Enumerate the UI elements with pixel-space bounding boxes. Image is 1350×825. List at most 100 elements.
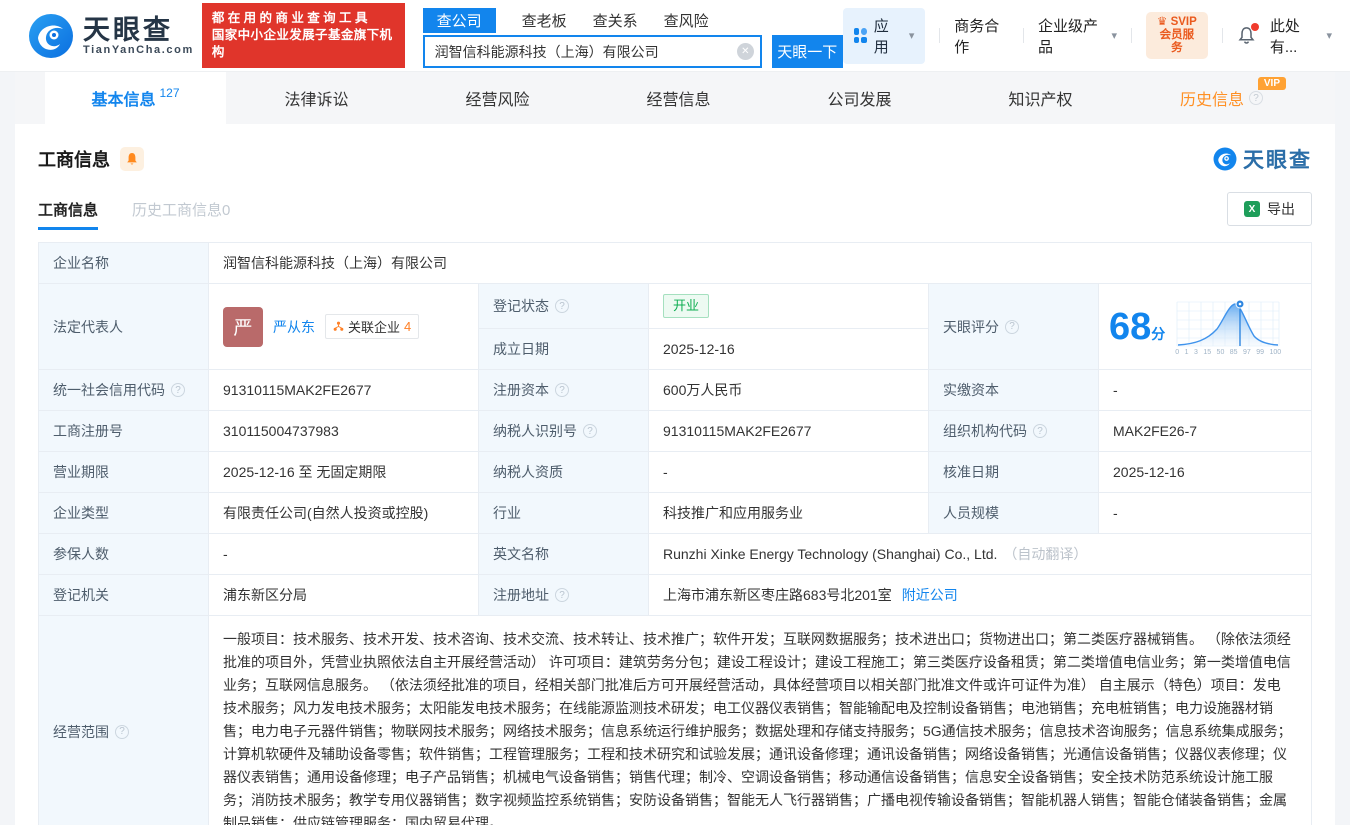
score-curve-chart: 0131550859799100 [1175,298,1281,356]
brand-domain: TianYanCha.com [83,44,194,56]
help-icon[interactable]: ? [555,588,569,602]
field-value-approval-date: 2025-12-16 [1099,452,1312,493]
main-content: 工商信息 天眼查 工商信息 历史工商信息0 X 导出 [15,124,1335,825]
field-value-credit-code: 91310115MAK2FE2677 [209,370,479,411]
export-label: 导出 [1267,199,1295,219]
field-label-reg-status: 登记状态 ? [479,284,649,329]
apps-label: 应用 [874,15,900,57]
help-icon[interactable]: ? [555,299,569,313]
tab-company-development[interactable]: 公司发展 [769,72,950,124]
field-value-reg-status: 开业 [649,284,929,329]
user-menu[interactable]: 此处有... ▾ [1270,15,1332,57]
chevron-down-icon: ▾ [909,29,915,42]
tab-history-label: 历史信息 [1180,86,1244,110]
field-label-registry-authority: 登记机关 [39,575,209,616]
search-tab-relation[interactable]: 查关系 [593,8,638,33]
field-value-org-code: MAK2FE26-7 [1099,411,1312,452]
field-label-company-type: 企业类型 [39,493,209,534]
top-nav: 应用 ▾ 商务合作 企业级产品 ▾ ♛ SVIP 会员服务 此处有... ▾ [843,8,1332,64]
field-label-industry: 行业 [479,493,649,534]
field-value-registry-authority: 浦东新区分局 [209,575,479,616]
field-label-score: 天眼评分 ? [929,284,1099,370]
field-value-staff-size: - [1099,493,1312,534]
tianyancha-logo[interactable]: 天眼查 TianYanCha.com [28,13,194,59]
field-value-company-name: 润智信科能源科技（上海）有限公司 [209,243,1312,284]
tianyancha-logo-icon [28,13,74,59]
field-label-staff-size: 人员规模 [929,493,1099,534]
svip-member-button[interactable]: ♛ SVIP 会员服务 [1146,12,1208,59]
field-label-establish-date: 成立日期 [479,329,649,370]
svip-label: SVIP [1171,16,1197,28]
status-badge: 开业 [663,294,709,318]
tab-basic-info[interactable]: 基本信息 127 [45,72,226,124]
divider [1023,28,1024,43]
top-header: 天眼查 TianYanCha.com 都在用的商业查询工具 国家中小企业发展子基… [0,0,1350,72]
field-value-industry: 科技推广和应用服务业 [649,493,929,534]
field-label-taxpayer-id: 纳税人识别号? [479,411,649,452]
help-icon[interactable]: ? [555,383,569,397]
help-icon[interactable]: ? [583,424,597,438]
tab-risk-label: 经营风险 [465,86,529,110]
related-companies-label: 关联企业 [348,317,400,336]
tab-basic-count: 127 [159,86,179,100]
vip-badge: VIP [1258,77,1286,90]
legal-rep-avatar[interactable]: 严 [223,307,263,347]
search-tabs: 查公司 查老板 查关系 查风险 [423,7,843,33]
search-button[interactable]: 天眼一下 [772,35,843,68]
help-icon: ? [1249,91,1263,105]
field-value-insured-count: - [209,534,479,575]
field-value-taxpayer-id: 91310115MAK2FE2677 [649,411,929,452]
help-icon[interactable]: ? [115,725,129,739]
field-label-credit-code: 统一社会信用代码? [39,370,209,411]
search-tab-risk[interactable]: 查风险 [664,8,709,33]
subtab-history-business-info[interactable]: 历史工商信息0 [132,199,230,230]
notification-bell-button[interactable] [1237,26,1256,45]
chevron-down-icon: ▾ [1326,29,1332,42]
tab-ip-label: 知识产权 [1008,86,1072,110]
field-label-org-code: 组织机构代码? [929,411,1099,452]
promo-line2: 国家中小企业发展子基金旗下机构 [212,27,395,61]
search-tab-boss[interactable]: 查老板 [522,8,567,33]
field-label-registered-capital: 注册资本? [479,370,649,411]
legal-rep-name-link[interactable]: 严从东 [273,317,315,337]
field-value-score[interactable]: 68分 [1099,284,1312,370]
hierarchy-icon [333,321,344,332]
field-label-business-term: 营业期限 [39,452,209,493]
nav-enterprise-label: 企业级产品 [1038,15,1106,57]
nav-enterprise-products[interactable]: 企业级产品 ▾ [1038,15,1117,57]
clear-icon[interactable]: ✕ [737,43,754,60]
field-label-registered-address: 注册地址? [479,575,649,616]
related-companies-badge[interactable]: 关联企业 4 [325,314,419,339]
crown-icon: ♛ [1157,16,1167,28]
tab-operation-risk[interactable]: 经营风险 [407,72,588,124]
nav-cooperation[interactable]: 商务合作 [954,15,1009,57]
help-icon[interactable]: ? [1033,424,1047,438]
export-button[interactable]: X 导出 [1227,192,1312,226]
auto-translate-note: （自动翻译） [1003,544,1087,564]
search-tab-company[interactable]: 查公司 [423,8,496,33]
apps-menu[interactable]: 应用 ▾ [843,8,926,64]
bell-icon [125,152,139,166]
divider [939,28,940,43]
field-value-reg-number: 310115004737983 [209,411,479,452]
promo-line1: 都在用的商业查询工具 [212,10,395,27]
subtab-business-info[interactable]: 工商信息 [38,199,98,230]
user-menu-label: 此处有... [1270,15,1322,57]
tab-history-info[interactable]: 历史信息 ? VIP [1131,72,1312,124]
search-input[interactable] [423,35,762,68]
field-value-registered-capital: 600万人民币 [649,370,929,411]
tab-intellectual-property[interactable]: 知识产权 [950,72,1131,124]
help-icon[interactable]: ? [171,383,185,397]
tab-legal-label: 法律诉讼 [284,86,348,110]
watermark-logo-icon [1213,147,1237,171]
tab-legal-cases[interactable]: 法律诉讼 [226,72,407,124]
field-value-registered-address: 上海市浦东新区枣庄路683号北201室 附近公司 [649,575,1312,616]
tab-opinfo-label: 经营信息 [646,86,710,110]
field-label-english-name: 英文名称 [479,534,649,575]
field-value-english-name: Runzhi Xinke Energy Technology (Shanghai… [649,534,1312,575]
subscribe-bell-button[interactable] [120,147,144,171]
help-icon[interactable]: ? [1005,320,1019,334]
page-container: 基本信息 127 法律诉讼 经营风险 经营信息 公司发展 知识产权 历史信息 ?… [15,72,1335,825]
nearby-companies-link[interactable]: 附近公司 [902,585,958,605]
tab-operation-info[interactable]: 经营信息 [588,72,769,124]
